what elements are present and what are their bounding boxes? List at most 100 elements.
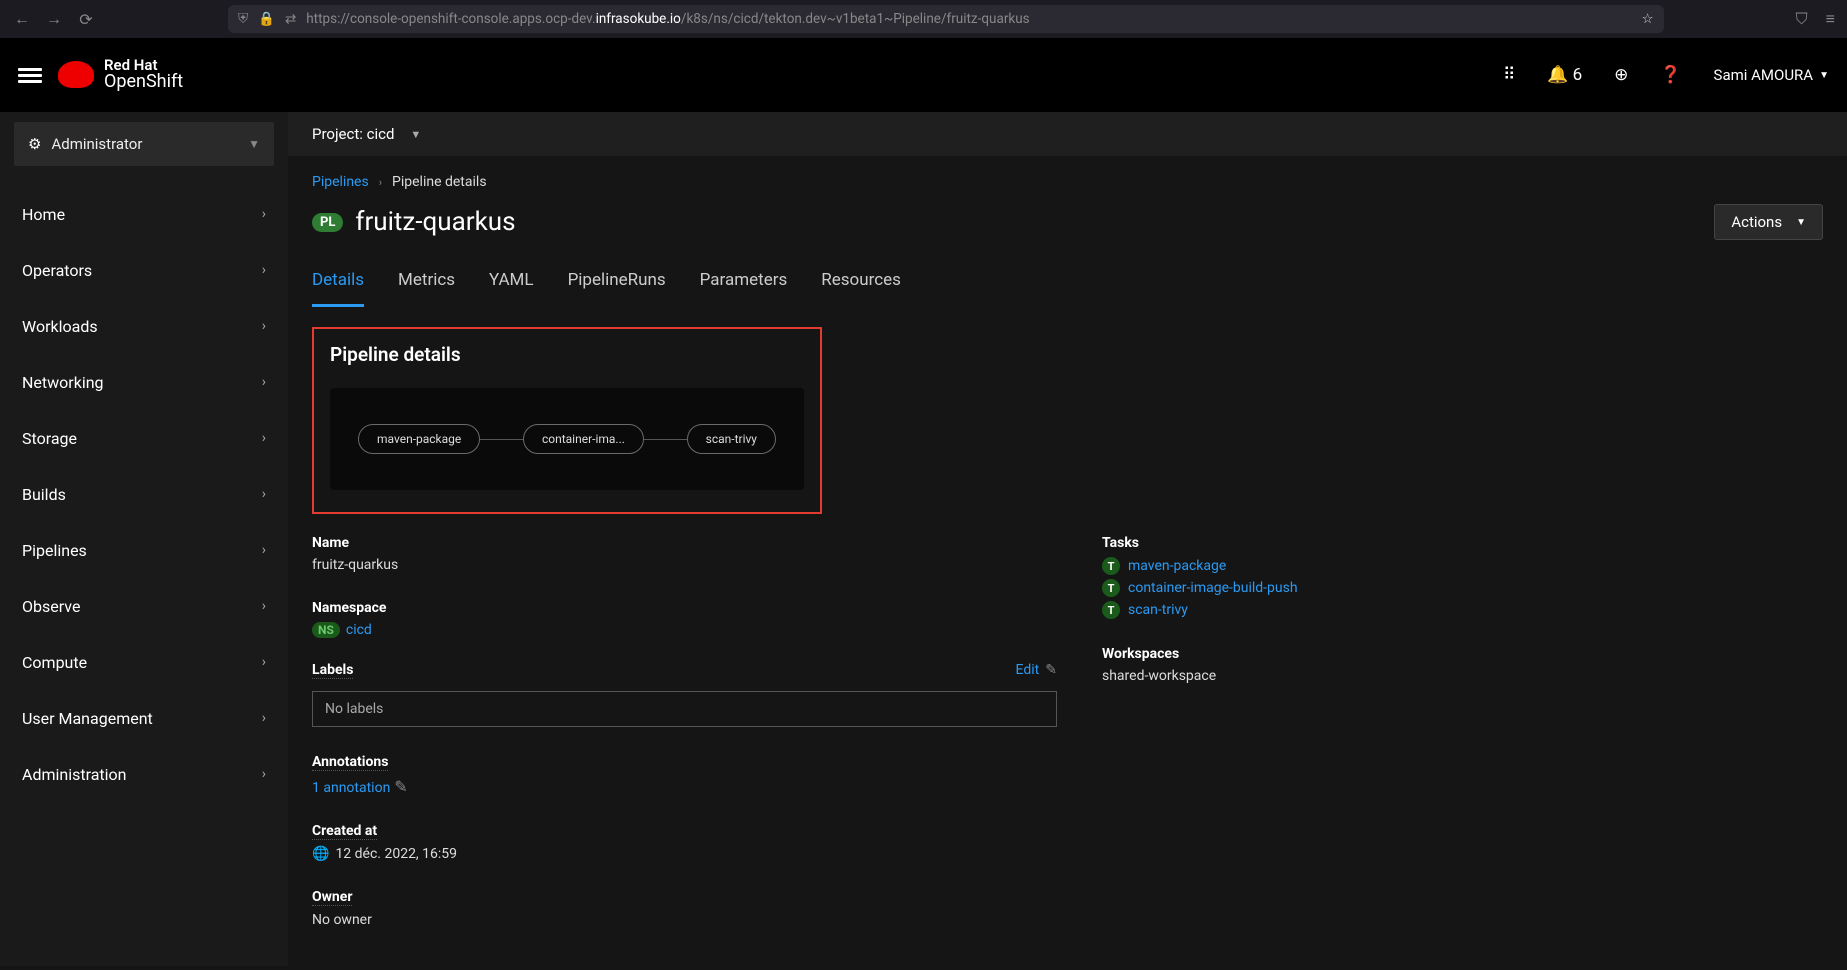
- field-name: Name fruitz-quarkus: [312, 532, 1062, 573]
- back-button[interactable]: ←: [12, 9, 32, 29]
- reload-button[interactable]: ⟳: [76, 10, 96, 29]
- help-button[interactable]: ❓: [1660, 65, 1681, 85]
- sidebar-item-home[interactable]: Home›: [0, 186, 288, 242]
- namespace-label: Namespace: [312, 600, 386, 616]
- perspective-switcher[interactable]: ⚙ Administrator ▼: [14, 122, 274, 166]
- resource-badge: PL: [312, 213, 343, 232]
- sidebar-item-storage[interactable]: Storage›: [0, 410, 288, 466]
- browser-toolbar: ← → ⟳ ⛨ 🔒 ⇄ https://console-openshift-co…: [0, 0, 1847, 38]
- tabs: Details Metrics YAML PipelineRuns Parameters…: [312, 262, 1823, 307]
- notification-count: 6: [1573, 65, 1583, 85]
- pocket-icon[interactable]: ⛉: [1796, 9, 1808, 29]
- masthead: Red Hat OpenShift ⠿ 🔔 6 ⊕ ❓ Sami AMOURA …: [0, 38, 1847, 112]
- tab-yaml[interactable]: YAML: [489, 262, 534, 307]
- chevron-right-icon: ›: [262, 766, 266, 782]
- tab-parameters[interactable]: Parameters: [700, 262, 788, 307]
- content: Pipelines › Pipeline details PL fruitz-q…: [288, 156, 1847, 970]
- sidebar-item-observe[interactable]: Observe ›: [0, 578, 288, 634]
- menu-icon[interactable]: ≡: [1826, 9, 1835, 29]
- browser-right: ⛉ ≡: [1796, 9, 1835, 29]
- pencil-icon[interactable]: ✎: [394, 777, 407, 796]
- masthead-right: ⠿ 🔔 6 ⊕ ❓ Sami AMOURA ▼: [1503, 65, 1829, 85]
- namespace-value: NScicd: [312, 622, 1062, 638]
- user-name: Sami AMOURA: [1714, 66, 1814, 84]
- lock-icon: 🔒: [258, 11, 275, 27]
- task-link[interactable]: container-image-build-push: [1128, 580, 1298, 596]
- sidebar-item-label: Compute: [22, 653, 87, 672]
- task-node[interactable]: container-ima...: [523, 424, 644, 454]
- task-link[interactable]: scan-trivy: [1128, 602, 1188, 618]
- add-button[interactable]: ⊕: [1614, 65, 1628, 85]
- sidebar-item-administration[interactable]: Administration ›: [0, 746, 288, 802]
- tab-details[interactable]: Details: [312, 262, 364, 307]
- chevron-down-icon: ▼: [1819, 70, 1829, 81]
- chevron-down-icon: ▼: [410, 128, 421, 141]
- task-badge: T: [1102, 557, 1120, 575]
- url-host: infrasokube.io: [596, 11, 681, 27]
- chevron-right-icon: ›: [262, 318, 266, 334]
- tab-resources[interactable]: Resources: [821, 262, 901, 307]
- details-columns: Name fruitz-quarkus Namespace NScicd Lab…: [312, 532, 1823, 952]
- sidebar-item-user-management[interactable]: User Management›: [0, 690, 288, 746]
- sidebar-item-compute[interactable]: Compute›: [0, 634, 288, 690]
- project-label: Project: cicd: [312, 125, 394, 143]
- user-menu[interactable]: Sami AMOURA ▼: [1714, 66, 1829, 84]
- chevron-right-icon: ›: [262, 374, 266, 390]
- forward-button[interactable]: →: [44, 9, 64, 29]
- sidebar-item-operators[interactable]: Operators›: [0, 242, 288, 298]
- actions-dropdown[interactable]: Actions ▼: [1714, 204, 1823, 240]
- task-connector: [644, 439, 687, 440]
- pencil-icon: ✎: [1045, 662, 1057, 678]
- url-bar[interactable]: ⛨ 🔒 ⇄ https://console-openshift-console.…: [228, 5, 1664, 33]
- notifications-button[interactable]: 🔔 6: [1547, 65, 1582, 85]
- task-node[interactable]: scan-trivy: [687, 424, 776, 454]
- workspaces-value: shared-workspace: [1102, 668, 1823, 684]
- shield-icon: ⛨: [238, 11, 248, 27]
- namespace-link[interactable]: cicd: [346, 622, 372, 638]
- globe-icon: 🌐: [312, 846, 329, 862]
- edit-labels-button[interactable]: Edit ✎: [1016, 662, 1057, 678]
- details-left: Name fruitz-quarkus Namespace NScicd Lab…: [312, 532, 1062, 952]
- sidebar-item-builds[interactable]: Builds›: [0, 466, 288, 522]
- sidebar-item-networking[interactable]: Networking›: [0, 354, 288, 410]
- sidebar-nav: Home›Operators›Workloads›Networking›Stor…: [0, 174, 288, 802]
- chevron-right-icon: ›: [262, 598, 266, 614]
- pipeline-visualization: maven-package container-ima... scan-trivy: [330, 388, 804, 490]
- sidebar-item-label: Observe: [22, 597, 80, 616]
- owner-value: No owner: [312, 912, 1062, 928]
- apps-icon[interactable]: ⠿: [1503, 65, 1515, 85]
- sidebar-item-pipelines[interactable]: Pipelines›: [0, 522, 288, 578]
- field-workspaces: Workspaces shared-workspace: [1102, 643, 1823, 684]
- chevron-right-icon: ›: [262, 542, 266, 558]
- browser-nav: ← → ⟳: [12, 9, 96, 29]
- bookmark-icon[interactable]: ☆: [1642, 11, 1654, 27]
- workspaces-label: Workspaces: [1102, 646, 1179, 662]
- chevron-down-icon: ▼: [248, 137, 260, 151]
- project-selector[interactable]: Project: cicd ▼: [288, 112, 1847, 156]
- task-badge: T: [1102, 579, 1120, 597]
- owner-label: Owner: [312, 889, 352, 906]
- sidebar-item-label: Home: [22, 205, 65, 224]
- chevron-down-icon: ▼: [1796, 217, 1806, 228]
- breadcrumb-link[interactable]: Pipelines: [312, 174, 369, 190]
- tab-pipelineruns[interactable]: PipelineRuns: [568, 262, 666, 307]
- sidebar-item-workloads[interactable]: Workloads›: [0, 298, 288, 354]
- annotations-link[interactable]: 1 annotation: [312, 780, 390, 796]
- brand-text: Red Hat OpenShift: [104, 58, 183, 93]
- tab-metrics[interactable]: Metrics: [398, 262, 455, 307]
- url-path: /k8s/ns/cicd/tekton.dev~v1beta1~Pipeline…: [681, 11, 1030, 27]
- labels-value: No labels: [312, 691, 1057, 727]
- task-link[interactable]: maven-package: [1128, 558, 1226, 574]
- field-tasks: Tasks Tmaven-packageTcontainer-image-bui…: [1102, 532, 1823, 619]
- task-node[interactable]: maven-package: [358, 424, 480, 454]
- hamburger-button[interactable]: [18, 63, 42, 87]
- brand[interactable]: Red Hat OpenShift: [58, 58, 183, 93]
- created-text: 12 déc. 2022, 16:59: [335, 846, 457, 862]
- sidebar-item-label: Operators: [22, 261, 92, 280]
- pipeline-details-box: Pipeline details maven-package container-…: [312, 327, 822, 514]
- task-badge: T: [1102, 601, 1120, 619]
- pipeline-details-heading: Pipeline details: [330, 343, 804, 366]
- sidebar-item-label: Administration: [22, 765, 127, 784]
- actions-label: Actions: [1731, 213, 1782, 231]
- breadcrumb: Pipelines › Pipeline details: [312, 174, 1823, 190]
